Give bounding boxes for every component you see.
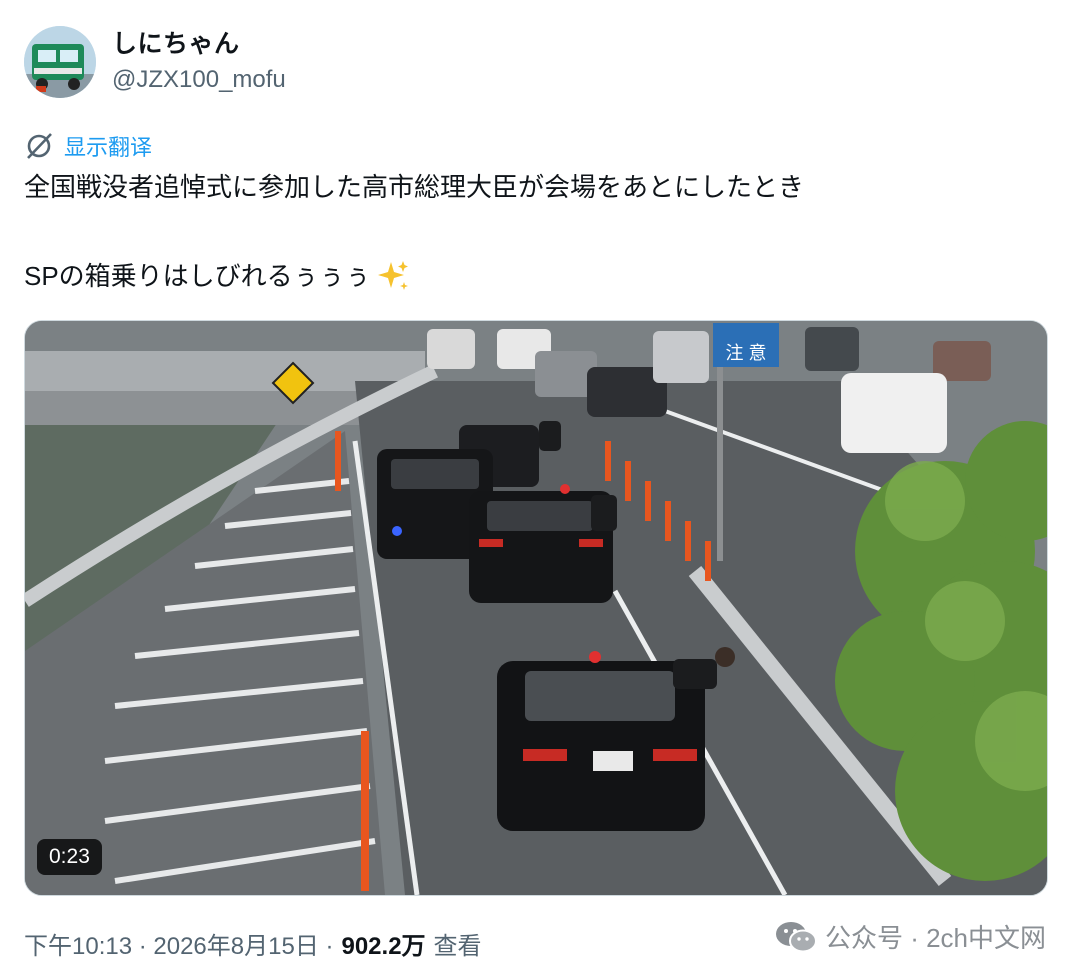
tweet-page: しにちゃん @JZX100_mofu 显示翻译 全国戦没者追悼式に参加した高市総… [0,0,1080,978]
truck-avatar-icon [24,26,96,98]
warning-sign-text: 注 意 [725,343,766,363]
video-frame: 注 意 [25,321,1047,895]
translate-icon [27,133,52,159]
wechat-icon [775,921,817,952]
tweet-header: しにちゃん @JZX100_mofu [24,26,286,98]
translate-label: 显示翻译 [64,135,153,160]
handle[interactable]: @JZX100_mofu [112,64,286,96]
display-name[interactable]: しにちゃん [112,28,286,60]
video-duration: 0:23 [37,839,102,875]
views-count: 902.2万 [341,933,426,960]
video-player[interactable]: 注 意 0:23 [24,320,1048,896]
tweet-text-line1: 全国戦没者追悼式に参加した高市総理大臣が会場をあとにしたとき [24,172,805,202]
author-names: しにちゃん @JZX100_mofu [112,28,286,96]
watermark: 公众号 · 2ch中文网 [775,918,1046,955]
translate-link[interactable]: 显示翻译 [24,130,152,162]
sparkles-icon [377,261,408,290]
tweet-text-line2: SPの箱乗りはしびれるぅぅぅ [24,261,371,291]
timestamp[interactable]: 下午10:13 · 2026年8月15日 · [24,926,333,961]
tweet-meta: 下午10:13 · 2026年8月15日 · 902.2万 查看 [24,926,482,961]
watermark-text: 公众号 · 2ch中文网 [824,923,1046,953]
views-label: 查看 [433,933,482,960]
tweet-text-line2-wrap: SPの箱乗りはしびれるぅぅぅ [24,258,411,294]
avatar[interactable] [24,26,96,98]
